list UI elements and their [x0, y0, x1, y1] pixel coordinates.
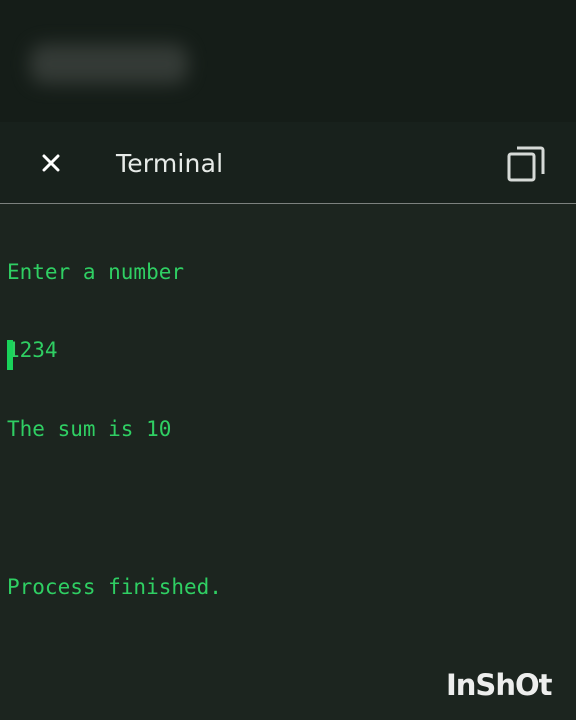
app-header-area	[0, 0, 576, 122]
terminal-line: The sum is 10	[7, 417, 172, 442]
toolbar-title: Terminal	[116, 149, 224, 178]
inshot-watermark: InShOt	[446, 668, 552, 702]
copy-icon	[507, 146, 545, 182]
terminal-line: Enter a number	[7, 259, 185, 284]
copy-button[interactable]	[500, 140, 552, 188]
terminal-output: Enter a number 1234 The sum is 10 Proces…	[7, 206, 567, 653]
blurred-app-title	[30, 44, 188, 84]
terminal-toolbar: Terminal	[0, 122, 576, 204]
terminal-screen: Terminal Enter a number 1234 The sum is …	[0, 0, 576, 720]
close-icon	[42, 154, 60, 172]
text-cursor	[7, 340, 13, 370]
terminal-line: 1234	[7, 338, 58, 363]
terminal-line: Process finished.	[7, 575, 222, 600]
close-button[interactable]	[32, 144, 70, 182]
